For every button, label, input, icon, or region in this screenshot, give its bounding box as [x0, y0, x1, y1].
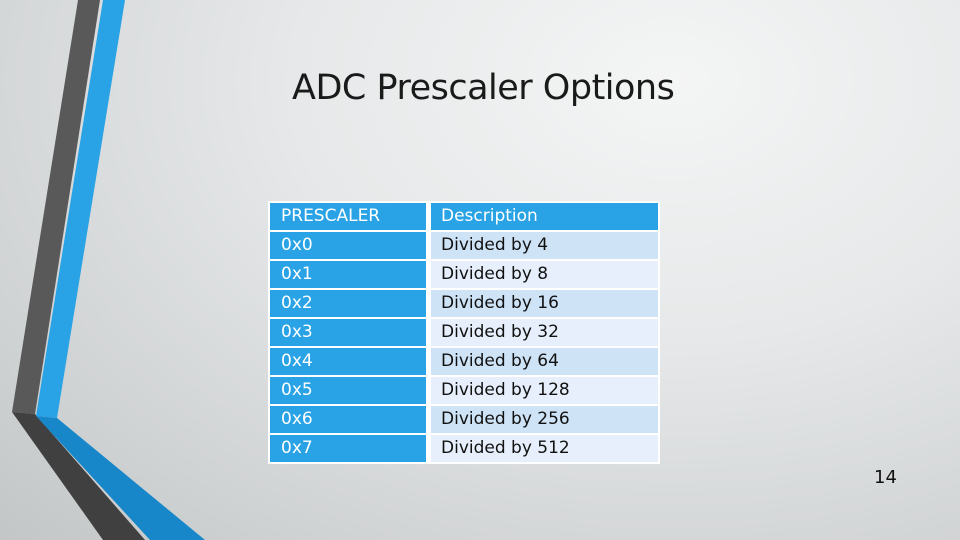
description: Divided by 256 [431, 406, 658, 433]
slide-number: 14 [874, 467, 897, 488]
prescaler-value: 0x4 [270, 348, 426, 375]
table-row: 0x3 Divided by 32 [270, 319, 658, 346]
slide-title: ADC Prescaler Options [292, 68, 675, 108]
table-row: 0x2 Divided by 16 [270, 290, 658, 317]
prescaler-value: 0x0 [270, 232, 426, 259]
description: Divided by 16 [431, 290, 658, 317]
table-header-row: PRESCALER Description [270, 203, 658, 230]
header-description: Description [431, 203, 658, 230]
table-row: 0x5 Divided by 128 [270, 377, 658, 404]
table-row: 0x0 Divided by 4 [270, 232, 658, 259]
description: Divided by 512 [431, 435, 658, 462]
prescaler-table: PRESCALER Description 0x0 Divided by 4 0… [268, 201, 660, 464]
description: Divided by 4 [431, 232, 658, 259]
description: Divided by 8 [431, 261, 658, 288]
description: Divided by 128 [431, 377, 658, 404]
table-row: 0x6 Divided by 256 [270, 406, 658, 433]
table-row: 0x7 Divided by 512 [270, 435, 658, 462]
prescaler-value: 0x6 [270, 406, 426, 433]
header-prescaler: PRESCALER [270, 203, 426, 230]
prescaler-value: 0x3 [270, 319, 426, 346]
prescaler-value: 0x1 [270, 261, 426, 288]
description: Divided by 32 [431, 319, 658, 346]
table-row: 0x1 Divided by 8 [270, 261, 658, 288]
prescaler-value: 0x5 [270, 377, 426, 404]
prescaler-value: 0x7 [270, 435, 426, 462]
table-row: 0x4 Divided by 64 [270, 348, 658, 375]
description: Divided by 64 [431, 348, 658, 375]
prescaler-value: 0x2 [270, 290, 426, 317]
